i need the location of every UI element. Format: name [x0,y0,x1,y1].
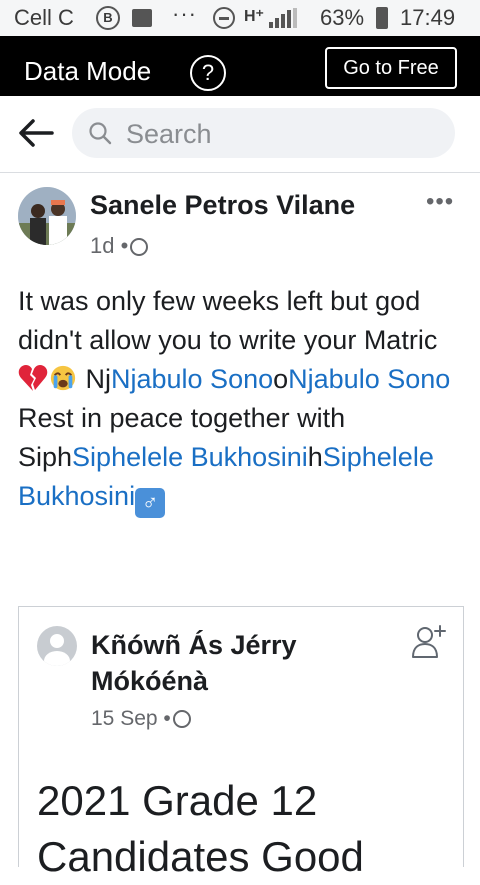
shared-post-card[interactable]: Kñówñ Ás Jérry Mókóénà 15 Sep • 2021 Gra… [18,606,464,880]
search-icon [89,122,112,145]
post-text-part: It was only few weeks left but god didn'… [18,286,438,355]
shared-author-name[interactable]: Kñówñ Ás Jérry Mókóénà [91,627,391,699]
go-to-free-button[interactable]: Go to Free [325,47,457,89]
image-notification-icon [132,9,152,27]
post-meta: 1d • [90,233,149,259]
post-text-part: h [307,442,323,472]
battery-percent: 63% [320,5,365,30]
more-icon[interactable]: ••• [426,188,454,216]
search-placeholder: Search [126,119,212,149]
tagged-user-link[interactable]: Njabulo Sono [111,364,273,394]
data-mode-label: Data Mode [24,56,152,86]
post-text-part: o [273,364,289,394]
shared-post-date: 15 Sep [91,707,158,730]
post-author-name[interactable]: Sanele Petros Vilane [90,190,355,221]
post-body: It was only few weeks left but god didn'… [18,282,466,518]
male-sign-icon: ♂ [135,488,166,518]
tagged-user-link[interactable]: Siphelele Bukhosini [72,442,308,472]
battery-icon [376,7,388,29]
meta-dot: • [120,233,129,258]
add-friend-icon[interactable] [411,623,447,659]
shared-post-meta: 15 Sep • [91,707,191,731]
carrier-name: Cell C [14,5,74,30]
status-bar: Cell C B ··· H⁺ 63% 17:49 [0,0,480,36]
avatar-photo [18,187,76,245]
header-divider [0,172,480,173]
tagged-user-link[interactable]: Njabulo Sono [288,364,450,394]
do-not-disturb-icon [213,7,235,29]
globe-icon [172,710,191,729]
data-mode-bar: Data Mode ? Go to Free [0,36,480,96]
help-icon[interactable]: ? [190,55,226,91]
author-avatar[interactable] [18,187,76,245]
globe-icon [130,238,149,257]
shared-post-text: 2021 Grade 12 Candidates Good [37,773,364,885]
signal-icon [269,8,297,28]
crying-face-icon [50,365,76,391]
clock: 17:49 [400,5,456,30]
back-arrow-icon[interactable] [18,118,54,148]
post-text-part: Nj [78,364,112,394]
search-input[interactable]: Search [72,108,455,158]
shared-text-line: Candidates Good [37,833,364,880]
more-notifications-icon: ··· [172,1,197,26]
broken-heart-icon [18,365,48,391]
meta-dot: • [163,707,171,730]
post-age: 1d [90,233,115,258]
shared-text-line: 2021 Grade 12 [37,777,318,824]
network-type: H⁺ [244,8,264,25]
notification-b-icon: B [96,6,120,30]
search-header: Search [0,96,480,172]
shared-author-avatar[interactable] [37,626,77,666]
